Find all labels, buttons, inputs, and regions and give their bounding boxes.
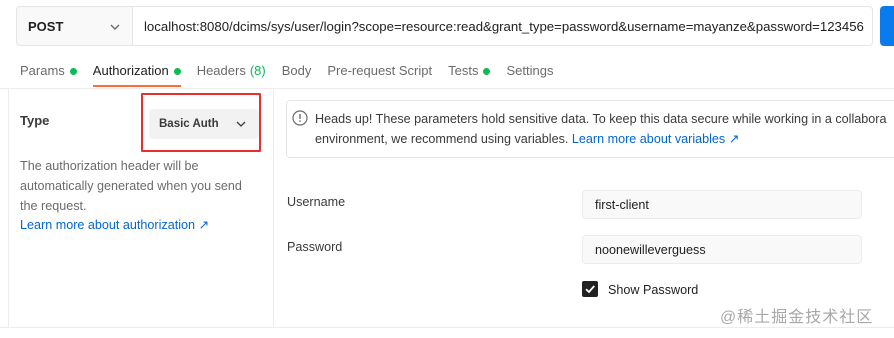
learn-more-authorization-link[interactable]: Learn more about authorization ↗ xyxy=(20,215,209,235)
annotation-highlight-box xyxy=(141,93,261,152)
info-icon xyxy=(292,110,308,126)
username-label: Username xyxy=(287,195,346,209)
request-tabs: Params Authorization Headers (8) Body Pr… xyxy=(20,60,569,88)
password-field[interactable]: noonewilleverguess xyxy=(582,235,862,264)
tab-tests[interactable]: Tests xyxy=(448,60,491,88)
sensitive-data-notice: Heads up! These parameters hold sensitiv… xyxy=(286,100,894,158)
tab-settings[interactable]: Settings xyxy=(506,60,553,88)
learn-more-variables-link[interactable]: Learn more about variables ↗ xyxy=(572,132,739,146)
bottom-divider xyxy=(0,327,894,328)
username-field[interactable]: first-client xyxy=(582,190,862,219)
notice-text-line2: environment, we recommend using variable… xyxy=(315,132,740,146)
tab-pre-request-script[interactable]: Pre-request Script xyxy=(327,60,432,88)
tab-body[interactable]: Body xyxy=(282,60,312,88)
checkmark-icon xyxy=(585,285,595,294)
notice-text: Heads up! These parameters hold sensitiv… xyxy=(315,112,887,126)
tab-headers[interactable]: Headers (8) xyxy=(197,60,266,88)
method-select[interactable]: POST xyxy=(16,6,132,46)
tab-authorization[interactable]: Authorization xyxy=(92,60,181,88)
method-label: POST xyxy=(28,18,64,34)
watermark: @稀土掘金技术社区 xyxy=(720,309,874,326)
tabs-divider xyxy=(0,88,894,89)
left-edge-divider xyxy=(8,89,9,327)
tab-params[interactable]: Params xyxy=(20,60,77,88)
url-input[interactable]: localhost:8080/dcims/sys/user/login?scop… xyxy=(132,6,873,46)
show-password-checkbox[interactable] xyxy=(582,281,598,297)
auth-description: The authorization header will be automat… xyxy=(20,159,242,213)
auth-type-label: Type xyxy=(20,113,50,128)
url-text: localhost:8080/dcims/sys/user/login?scop… xyxy=(144,18,864,34)
headers-count: (8) xyxy=(249,63,266,78)
password-label: Password xyxy=(287,240,343,254)
chevron-down-icon xyxy=(110,24,120,30)
pane-divider xyxy=(273,89,274,327)
status-dot-icon xyxy=(173,68,181,75)
send-button[interactable] xyxy=(880,6,894,46)
status-dot-icon xyxy=(69,68,77,75)
show-password-label: Show Password xyxy=(608,283,699,297)
status-dot-icon xyxy=(483,68,491,75)
